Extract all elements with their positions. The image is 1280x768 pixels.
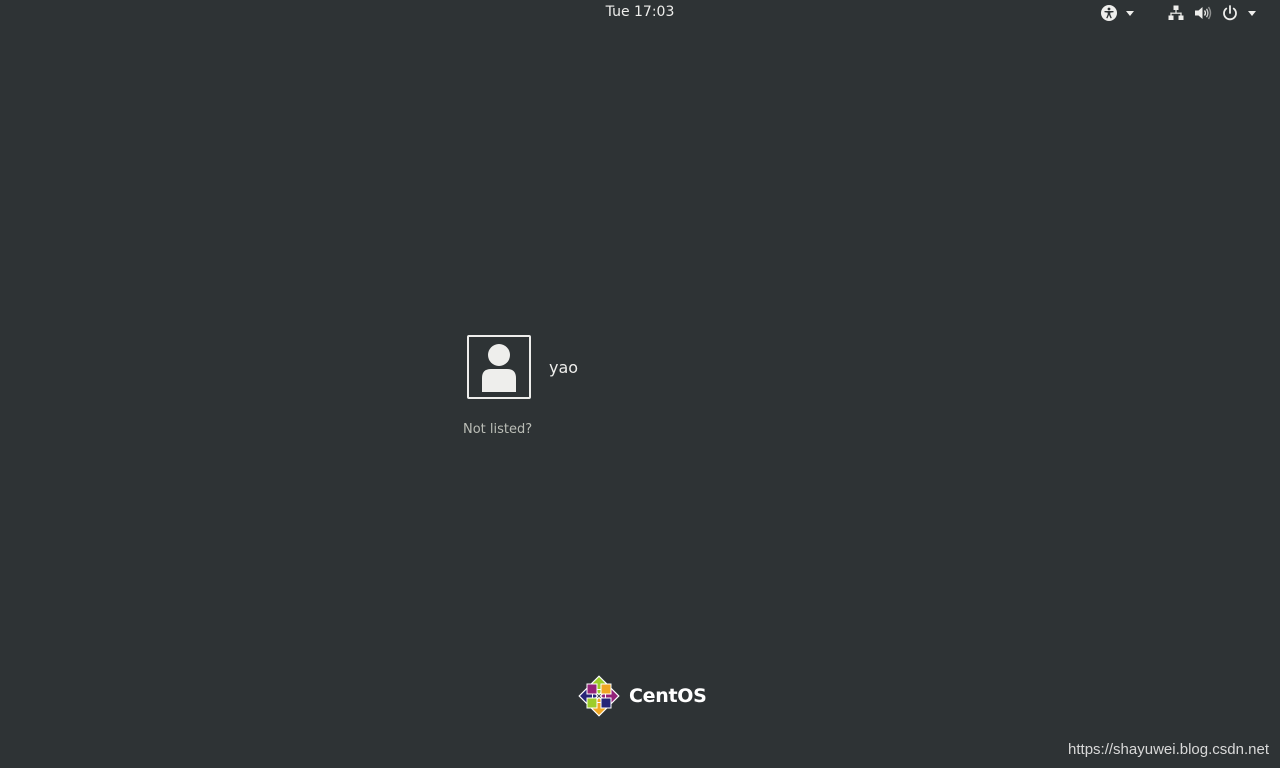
- logo-text: CentOS: [629, 685, 707, 707]
- user-list-item[interactable]: yao: [467, 335, 578, 399]
- system-status-menu-button[interactable]: [1168, 3, 1270, 23]
- accessibility-icon: [1100, 4, 1118, 22]
- centos-logo: CentOS: [577, 674, 707, 718]
- watermark-url: https://shayuwei.blog.csdn.net: [1068, 741, 1269, 758]
- login-screen: Tue 17:03 yao Not listed? CentOS https:/…: [0, 0, 1280, 768]
- user-avatar-icon: [467, 335, 531, 399]
- clock-area: Tue 17:03: [0, 4, 1280, 20]
- top-bar: Tue 17:03: [0, 0, 1280, 26]
- centos-logo-icon: [577, 674, 621, 718]
- chevron-down-icon: [1126, 10, 1134, 16]
- network-wired-icon: [1168, 5, 1184, 21]
- user-name: yao: [549, 357, 579, 377]
- not-listed-button[interactable]: Not listed?: [463, 422, 532, 437]
- chevron-down-icon: [1248, 10, 1256, 16]
- volume-icon: [1194, 5, 1212, 21]
- power-icon: [1222, 5, 1238, 21]
- accessibility-menu-button[interactable]: [1100, 3, 1146, 23]
- clock-label[interactable]: Tue 17:03: [606, 4, 675, 20]
